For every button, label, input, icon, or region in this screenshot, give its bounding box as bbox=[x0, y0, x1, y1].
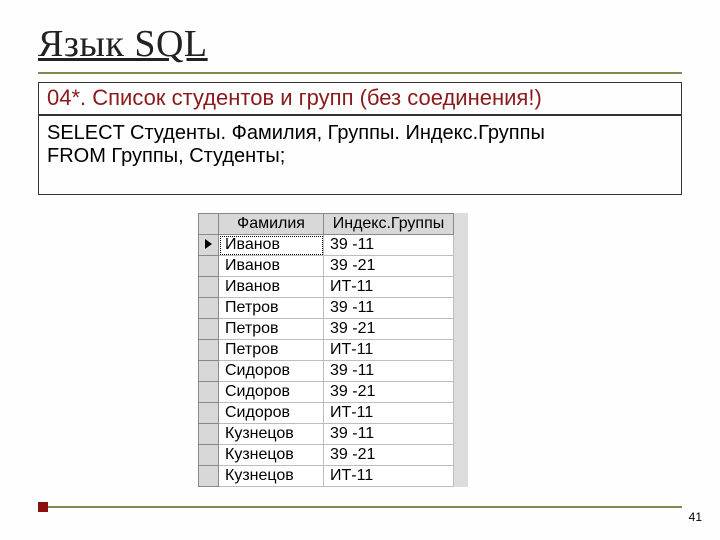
sql-code-box: SELECT Студенты. Фамилия, Группы. Индекс… bbox=[38, 115, 682, 195]
slide-title: Язык SQL bbox=[38, 22, 682, 66]
table-row: ПетровИТ-11 bbox=[199, 340, 454, 361]
slide-number: 41 bbox=[689, 510, 702, 524]
surname-cell: Иванов bbox=[219, 235, 324, 256]
group-cell: 39 -11 bbox=[324, 361, 454, 382]
row-selector-handle[interactable] bbox=[199, 403, 219, 424]
table-row: Сидоров39 -11 bbox=[199, 361, 454, 382]
title-underline-rule bbox=[38, 72, 682, 74]
row-selector-handle[interactable] bbox=[199, 298, 219, 319]
group-cell: 39 -21 bbox=[324, 382, 454, 403]
footer-line bbox=[48, 506, 682, 508]
grid-header-group: Индекс.Группы bbox=[324, 214, 454, 235]
table-row: Иванов39 -21 bbox=[199, 256, 454, 277]
group-cell: ИТ-11 bbox=[324, 403, 454, 424]
row-selector-handle[interactable] bbox=[199, 424, 219, 445]
table-row: КузнецовИТ-11 bbox=[199, 466, 454, 487]
grid-header-surname: Фамилия bbox=[219, 214, 324, 235]
row-selector-handle[interactable] bbox=[199, 235, 219, 256]
row-selector-handle[interactable] bbox=[199, 361, 219, 382]
surname-cell: Петров bbox=[219, 298, 324, 319]
surname-cell: Сидоров bbox=[219, 403, 324, 424]
table-row: СидоровИТ-11 bbox=[199, 403, 454, 424]
surname-cell: Сидоров bbox=[219, 361, 324, 382]
table-row: ИвановИТ-11 bbox=[199, 277, 454, 298]
grid-header-row: Фамилия Индекс.Группы bbox=[199, 214, 454, 235]
surname-cell: Сидоров bbox=[219, 382, 324, 403]
grid-corner-cell bbox=[199, 214, 219, 235]
table-row: Петров39 -21 bbox=[199, 319, 454, 340]
surname-cell: Иванов bbox=[219, 256, 324, 277]
group-cell: ИТ-11 bbox=[324, 466, 454, 487]
row-selector-handle[interactable] bbox=[199, 340, 219, 361]
surname-cell: Кузнецов bbox=[219, 466, 324, 487]
group-cell: 39 -21 bbox=[324, 256, 454, 277]
surname-cell: Петров bbox=[219, 319, 324, 340]
table-row: Сидоров39 -21 bbox=[199, 382, 454, 403]
subtitle-box: 04*. Список студентов и групп (без соеди… bbox=[38, 82, 682, 115]
surname-cell: Кузнецов bbox=[219, 424, 324, 445]
group-cell: ИТ-11 bbox=[324, 277, 454, 298]
footer-square-icon bbox=[38, 502, 48, 512]
group-cell: 39 -21 bbox=[324, 445, 454, 466]
group-cell: ИТ-11 bbox=[324, 340, 454, 361]
row-selector-handle[interactable] bbox=[199, 382, 219, 403]
group-cell: 39 -11 bbox=[324, 235, 454, 256]
surname-cell: Иванов bbox=[219, 277, 324, 298]
table-row: Кузнецов39 -21 bbox=[199, 445, 454, 466]
group-cell: 39 -11 bbox=[324, 298, 454, 319]
footer-rule bbox=[38, 502, 682, 512]
table-row: Кузнецов39 -11 bbox=[199, 424, 454, 445]
row-selector-handle[interactable] bbox=[199, 256, 219, 277]
row-selector-handle[interactable] bbox=[199, 277, 219, 298]
current-row-arrow-icon bbox=[205, 239, 212, 249]
result-grid: Фамилия Индекс.Группы Иванов39 -11Иванов… bbox=[198, 213, 468, 487]
group-cell: 39 -21 bbox=[324, 319, 454, 340]
surname-cell: Петров bbox=[219, 340, 324, 361]
table-row: Иванов39 -11 bbox=[199, 235, 454, 256]
table-row: Петров39 -11 bbox=[199, 298, 454, 319]
surname-cell: Кузнецов bbox=[219, 445, 324, 466]
row-selector-handle[interactable] bbox=[199, 445, 219, 466]
row-selector-handle[interactable] bbox=[199, 319, 219, 340]
group-cell: 39 -11 bbox=[324, 424, 454, 445]
row-selector-handle[interactable] bbox=[199, 466, 219, 487]
